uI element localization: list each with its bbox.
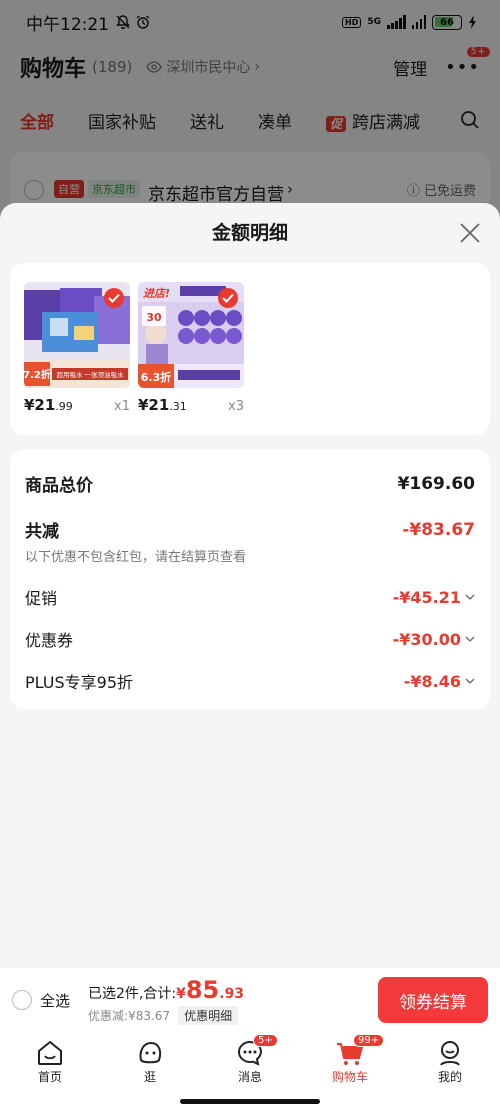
product-discount-badge: 6.3折 <box>141 370 172 384</box>
tab-messages-label: 消息 <box>237 1070 262 1084</box>
checkout-summary: 已选2件,合计: ¥85.93 优惠减:¥83.67 优惠明细 <box>88 976 244 1025</box>
home-indicator[interactable] <box>180 1099 320 1104</box>
product-promo-number: 30 <box>146 311 162 324</box>
tab-browse[interactable]: 逛 <box>110 1038 190 1085</box>
product-price: ¥21.31 <box>138 396 187 414</box>
product-banner-text: 超用吸水 一张顶油吸水 <box>56 370 124 379</box>
selected-check-icon <box>104 288 124 308</box>
product-quantity: x3 <box>228 399 244 414</box>
select-all-label: 全选 <box>40 991 71 1010</box>
selected-items-card: 7.2折 超用吸水 一张顶油吸水 ¥21.99 x1 进店! 30 6.3折 ¥… <box>10 263 490 435</box>
product-price: ¥21.99 <box>24 396 73 414</box>
product-discount-badge: 7.2折 <box>24 368 51 381</box>
product-image: 进店! 30 6.3折 <box>138 282 244 388</box>
product-banner-text: 进店! <box>143 287 170 300</box>
coupon-label: 优惠券 <box>25 631 74 650</box>
profile-icon <box>440 1041 460 1066</box>
discount-total-text: 优惠减:¥83.67 <box>88 1008 171 1023</box>
promotion-label: 促销 <box>25 589 58 608</box>
checkout-total: ¥85.93 <box>176 975 245 1004</box>
chevron-down-icon <box>465 594 475 600</box>
total-price-row: 商品总价 ¥169.60 <box>25 471 475 497</box>
plus-discount-value: -¥8.46 <box>403 671 461 691</box>
total-price-label: 商品总价 <box>25 476 93 496</box>
selected-count-text: 已选2件,合计: <box>88 985 177 1002</box>
coupon-row[interactable]: 优惠券 -¥30.00 <box>25 627 475 651</box>
messages-badge: 5+ <box>253 1034 278 1047</box>
discount-detail-button[interactable]: 优惠明细 <box>178 1005 239 1025</box>
plus-discount-row[interactable]: PLUS专享95折 -¥8.46 <box>25 669 475 693</box>
product-image: 7.2折 超用吸水 一张顶油吸水 <box>24 282 130 388</box>
tab-cart[interactable]: 99+ 购物车 <box>310 1034 390 1085</box>
total-price-value: ¥169.60 <box>397 473 475 494</box>
select-all-checkbox[interactable] <box>12 990 32 1010</box>
tab-messages[interactable]: 5+ 消息 <box>210 1034 290 1085</box>
tab-home[interactable]: 首页 <box>10 1038 90 1085</box>
discount-note: 以下优惠不包含红包，请在结算页查看 <box>25 550 247 565</box>
tab-profile-label: 我的 <box>437 1070 462 1084</box>
checkout-bar: 全选 已选2件,合计: ¥85.93 优惠减:¥83.67 优惠明细 领券结算 <box>0 968 500 1032</box>
sheet-title: 金额明细 <box>211 222 288 244</box>
product-item[interactable]: 进店! 30 6.3折 ¥21.31 x3 <box>138 282 244 414</box>
product-quantity: x1 <box>114 399 130 414</box>
close-icon[interactable] <box>458 221 482 245</box>
amount-detail-sheet: 金额明细 7.2折 超用吸水 一张顶油吸水 ¥21.99 x1 进店! 30 6… <box>0 203 500 968</box>
tab-cart-label: 购物车 <box>331 1070 368 1084</box>
chevron-down-icon <box>465 636 475 642</box>
home-icon <box>38 1040 62 1065</box>
tab-profile[interactable]: 我的 <box>410 1038 490 1085</box>
total-reduction-row: 共减 -¥83.67 <box>25 517 475 543</box>
promotion-value: -¥45.21 <box>392 587 461 607</box>
browse-face-icon <box>139 1041 162 1064</box>
tab-browse-label: 逛 <box>143 1070 156 1084</box>
coupon-value: -¥30.00 <box>392 629 461 649</box>
chevron-down-icon <box>465 678 475 684</box>
checkout-button[interactable]: 领券结算 <box>378 977 488 1023</box>
select-all-toggle[interactable]: 全选 <box>12 990 70 1011</box>
price-breakdown-card: 商品总价 ¥169.60 共减 -¥83.67 以下优惠不包含红包，请在结算页查… <box>10 449 490 709</box>
selected-check-icon <box>218 288 238 308</box>
total-reduction-value: -¥83.67 <box>402 519 475 540</box>
total-reduction-label: 共减 <box>25 522 59 542</box>
plus-discount-label: PLUS专享95折 <box>25 673 133 692</box>
promotion-row[interactable]: 促销 -¥45.21 <box>25 585 475 609</box>
tab-home-label: 首页 <box>37 1070 62 1084</box>
cart-badge: 99+ <box>353 1034 385 1047</box>
product-item[interactable]: 7.2折 超用吸水 一张顶油吸水 ¥21.99 x1 <box>24 282 130 414</box>
